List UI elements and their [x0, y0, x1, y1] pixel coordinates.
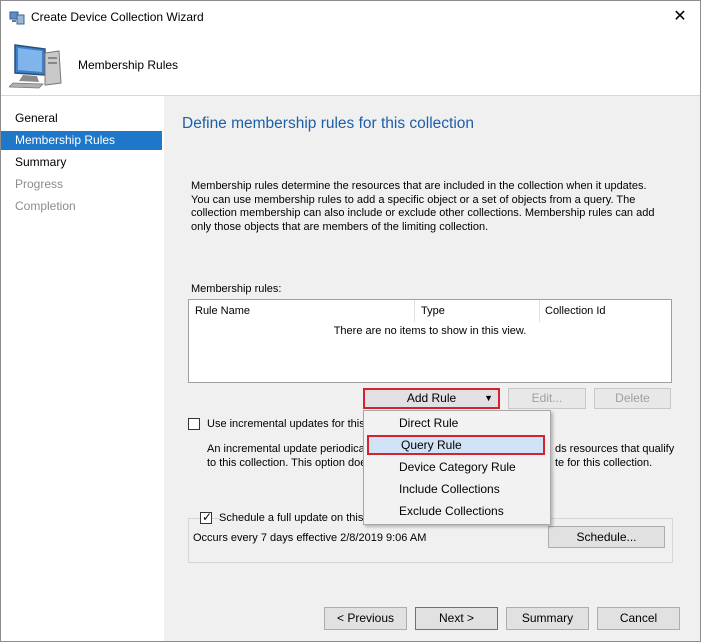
nav-item-general[interactable]: General — [1, 109, 162, 128]
incremental-updates-label: Use incremental updates for this c — [207, 418, 374, 430]
computer-icon — [9, 44, 62, 89]
summary-button[interactable]: Summary — [506, 607, 589, 630]
incremental-desc-line1: An incremental update periodical — [207, 443, 368, 455]
dropdown-arrow-icon: ▼ — [484, 393, 493, 403]
add-rule-menu: Direct Rule Query Rule Device Category R… — [363, 410, 551, 525]
cancel-button[interactable]: Cancel — [597, 607, 680, 630]
menu-item-device-category-rule[interactable]: Device Category Rule — [367, 457, 545, 477]
schedule-text: Occurs every 7 days effective 2/8/2019 9… — [193, 532, 427, 544]
delete-button: Delete — [594, 388, 671, 409]
wizard-header: Membership Rules — [1, 32, 700, 96]
menu-item-direct-rule[interactable]: Direct Rule — [367, 413, 545, 433]
nav-item-completion: Completion — [15, 199, 76, 213]
incremental-updates-checkbox[interactable] — [188, 418, 200, 430]
menu-item-query-rule[interactable]: Query Rule — [367, 435, 545, 455]
column-collection-id[interactable]: Collection Id — [539, 300, 671, 322]
wizard-nav: General Membership Rules Summary Progres… — [1, 96, 164, 641]
add-rule-button[interactable]: Add Rule ▼ — [363, 388, 500, 409]
column-type[interactable]: Type — [415, 300, 539, 322]
next-button[interactable]: Next > — [415, 607, 498, 630]
schedule-button[interactable]: Schedule... — [548, 526, 665, 548]
rules-list[interactable]: Rule Name Type Collection Id There are n… — [188, 299, 672, 383]
description-text: Membership rules determine the resources… — [191, 180, 655, 233]
checkmark-icon: ✓ — [202, 510, 213, 524]
page-title: Define membership rules for this collect… — [182, 115, 475, 132]
window-title: Create Device Collection Wizard — [31, 10, 204, 24]
rules-label: Membership rules: — [191, 283, 282, 295]
menu-item-include-collections[interactable]: Include Collections — [367, 479, 545, 499]
edit-button: Edit... — [508, 388, 586, 409]
nav-item-progress: Progress — [15, 177, 64, 191]
column-rule-name[interactable]: Rule Name — [189, 300, 415, 322]
close-icon[interactable]: ✕ — [660, 1, 700, 32]
add-rule-label: Add Rule — [406, 391, 457, 405]
menu-item-exclude-collections[interactable]: Exclude Collections — [367, 501, 545, 521]
title-bar: Create Device Collection Wizard ✕ — [1, 1, 700, 32]
previous-button[interactable]: < Previous — [324, 607, 407, 630]
header-title: Membership Rules — [78, 58, 179, 72]
empty-list-text: There are no items to show in this view. — [333, 325, 527, 337]
incremental-desc-line2: to this collection. This option doe — [207, 457, 367, 469]
nav-item-membership-rules[interactable]: Membership Rules — [1, 131, 162, 150]
nav-item-summary[interactable]: Summary — [1, 153, 162, 172]
incremental-desc-line2-tail: te for this collection. — [555, 457, 653, 469]
app-icon — [9, 11, 25, 25]
wizard-window: Create Device Collection Wizard ✕ Member… — [0, 0, 701, 642]
schedule-checkbox[interactable]: ✓ — [200, 510, 213, 524]
main-panel: Define membership rules for this collect… — [164, 96, 700, 641]
incremental-desc-line1-tail: ds resources that qualify — [555, 443, 675, 455]
